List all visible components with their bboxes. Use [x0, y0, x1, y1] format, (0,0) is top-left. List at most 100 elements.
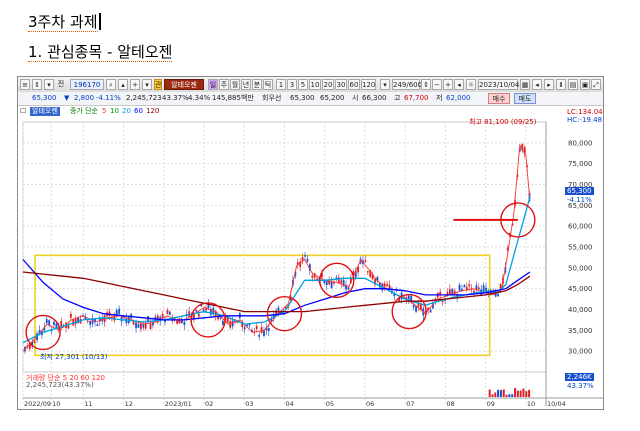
- price-chart[interactable]: 30,000 35,000 40,000 45,000 50,000 55,000 60,0…: [18, 106, 603, 409]
- lc-label: LC:134.04: [567, 108, 603, 116]
- candle-body: [364, 260, 367, 262]
- quote-high-label: 고: [394, 94, 401, 102]
- quote-open: 65,300: [290, 94, 315, 102]
- candle-body: [33, 341, 36, 343]
- period-select-icon[interactable]: ▾: [380, 79, 390, 90]
- volume-bar: [514, 388, 517, 397]
- layout-icon[interactable]: ▣: [580, 79, 590, 90]
- interval-5[interactable]: 5: [298, 79, 308, 90]
- candle-body: [53, 321, 55, 326]
- document-subheading: 1. 관심종목 - 알테오젠: [28, 41, 173, 62]
- prev-icon[interactable]: ◂: [532, 79, 542, 90]
- candle-body: [463, 285, 466, 288]
- y-tick-label: 80,000: [568, 139, 593, 147]
- period-year[interactable]: 년: [241, 79, 251, 90]
- quote-low2-value: 62,000: [446, 94, 471, 102]
- candle-body: [197, 313, 200, 317]
- candle-body: [342, 279, 345, 287]
- volume-bar: [528, 389, 531, 397]
- plus-icon[interactable]: +: [443, 79, 453, 90]
- interest-star-icon[interactable]: 관: [154, 79, 162, 90]
- search-icon[interactable]: ⌕: [106, 79, 116, 90]
- legend-ma-5: 5: [102, 107, 107, 115]
- stock-name-display[interactable]: 알테오젠: [164, 79, 204, 90]
- interval-120[interactable]: 120: [361, 79, 376, 90]
- subheading-text: 1. 관심종목 - 알테오젠: [28, 43, 173, 62]
- period-week[interactable]: 주: [219, 79, 229, 90]
- buy-button[interactable]: 매수: [488, 93, 510, 104]
- candle-body: [166, 310, 169, 315]
- candle-body: [149, 323, 152, 329]
- menu-icon[interactable]: ≡: [20, 79, 30, 90]
- x-tick-label: 04: [286, 400, 294, 408]
- candle-body: [137, 324, 140, 328]
- quote-avg-label: 회우선: [262, 94, 282, 102]
- grid-icon[interactable]: ▤: [568, 79, 578, 90]
- legend-checkbox-icon[interactable]: ☐: [20, 107, 26, 116]
- candle-body: [229, 321, 232, 328]
- arrow-up-down-icon[interactable]: ⇕: [32, 79, 42, 90]
- sell-button[interactable]: 매도: [514, 93, 536, 104]
- quote-turnover-pct: 4.34%: [188, 94, 211, 102]
- candle-body: [69, 313, 72, 318]
- data-count-field[interactable]: 249/600: [392, 79, 422, 90]
- volume-bar: [516, 390, 519, 397]
- candle-body: [144, 323, 147, 329]
- current-price-badge: 65,300: [565, 187, 594, 195]
- quote-amount: 145,885백만: [212, 94, 254, 102]
- candle-body: [67, 325, 70, 329]
- calendar-icon[interactable]: ▦: [520, 79, 530, 90]
- select-icon[interactable]: ▾: [142, 79, 152, 90]
- legend-type: 종가 단순: [70, 107, 98, 115]
- chart-plot-area[interactable]: 30,000 35,000 40,000 45,000 50,000 55,000 60,0…: [18, 106, 603, 409]
- market-filter-dropdown[interactable]: ▾: [44, 79, 54, 90]
- candle-body: [263, 330, 265, 336]
- candle-body: [96, 324, 99, 326]
- interval-30[interactable]: 30: [335, 79, 347, 90]
- x-tick-label: 11: [84, 400, 92, 408]
- x-tick-label: 2023/01: [165, 400, 192, 408]
- candle-body: [340, 280, 343, 284]
- x-tick-label: 07: [406, 400, 414, 408]
- interval-10[interactable]: 10: [309, 79, 321, 90]
- period-minute[interactable]: 분: [252, 79, 262, 90]
- candle-body: [260, 327, 263, 333]
- add-icon[interactable]: +: [130, 79, 140, 90]
- period-day[interactable]: 일: [208, 79, 218, 90]
- interval-60[interactable]: 60: [348, 79, 360, 90]
- period-month[interactable]: 월: [230, 79, 240, 90]
- expand-icon[interactable]: ⤢: [591, 79, 601, 90]
- candle-body: [458, 284, 461, 291]
- x-tick-label: 2022/09: [24, 400, 51, 408]
- pause-icon[interactable]: Ⅱ: [556, 79, 566, 90]
- volume-bar: [511, 394, 514, 397]
- candle-body: [448, 289, 451, 295]
- x-tick-label: 05: [326, 400, 334, 408]
- interval-1[interactable]: 1: [276, 79, 286, 90]
- candle-body: [386, 284, 388, 287]
- candle-body: [415, 306, 417, 312]
- volume-pct: 43.37%: [567, 382, 594, 390]
- y-tick-label: 30,000: [568, 348, 593, 356]
- settings-icon[interactable]: ☼: [466, 79, 476, 90]
- volume-bar: [499, 389, 502, 397]
- volume-bar: [491, 394, 494, 397]
- minus-icon[interactable]: −: [432, 79, 442, 90]
- hc-label: HC:-19.48: [567, 116, 603, 124]
- x-tick-label: 02: [205, 400, 213, 408]
- candle-body: [231, 320, 234, 327]
- interval-20[interactable]: 20: [322, 79, 334, 90]
- stock-code-input[interactable]: 196170: [70, 79, 104, 90]
- period-tick[interactable]: 틱: [263, 79, 273, 90]
- quote-high-value: 67,700: [404, 94, 429, 102]
- next-icon[interactable]: ▸: [544, 79, 554, 90]
- ma-legend: ☐ 알테오젠 종가 단순 5 10 20 60 120: [18, 106, 603, 118]
- date-field[interactable]: 2023/10/04: [478, 79, 519, 90]
- interval-3[interactable]: 3: [287, 79, 297, 90]
- candle-body: [482, 285, 485, 292]
- stepper-icon[interactable]: ⇕: [421, 79, 431, 90]
- legend-ma-20: 20: [122, 107, 131, 115]
- scroll-left-icon[interactable]: ◂: [454, 79, 464, 90]
- mini-chart-icon[interactable]: ▴: [118, 79, 128, 90]
- candle-body: [330, 281, 333, 289]
